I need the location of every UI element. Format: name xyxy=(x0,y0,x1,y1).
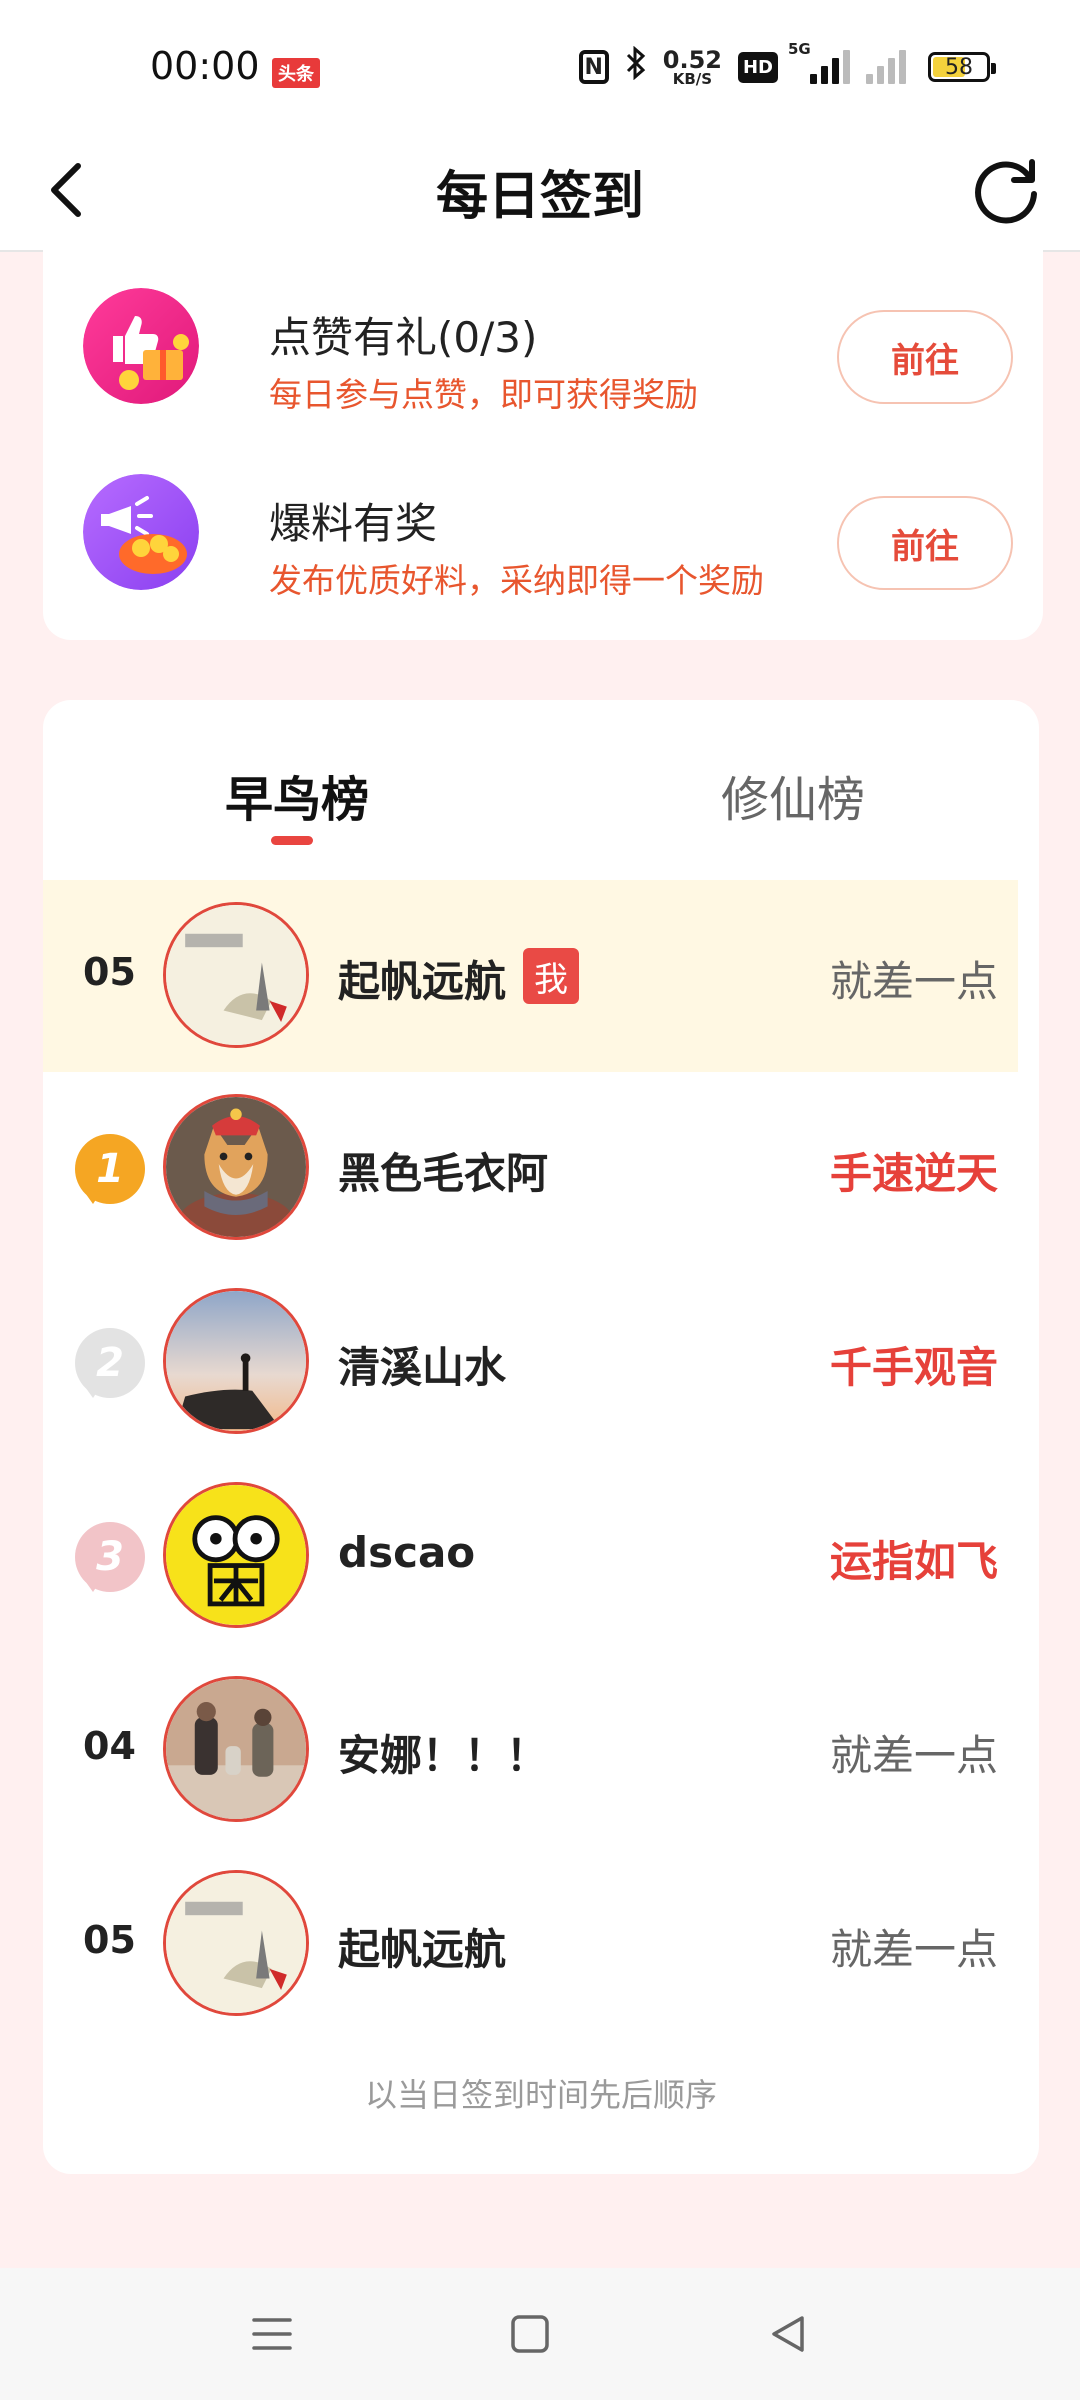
task-like: 点赞有礼(0/3) 每日参与点赞，即可获得奖励 前往 xyxy=(83,270,1013,414)
signal-sim2-icon xyxy=(866,50,906,84)
status-bar: 00:00 头条 N 0.52 KB/S HD 5G 58 xyxy=(0,0,1080,132)
user-name: 安娜！！！ xyxy=(338,1731,549,1780)
like-go-button[interactable]: 前往 xyxy=(837,310,1013,404)
ranking-footer-note: 以当日签到时间先后顺序 xyxy=(364,2076,717,2114)
refresh-icon xyxy=(975,159,1037,224)
rank-row[interactable]: 3 dscao 运指如飞 xyxy=(43,1460,1018,1652)
menu-button[interactable] xyxy=(232,2298,312,2370)
rank-number: 04 xyxy=(83,1724,136,1768)
tab-active-indicator xyxy=(271,836,313,845)
avatar xyxy=(163,902,309,1048)
battery-icon: 58 xyxy=(928,52,996,82)
home-button[interactable] xyxy=(490,2298,570,2370)
me-badge: 我 xyxy=(523,948,579,1004)
rank-status: 千手观音 xyxy=(829,1343,998,1392)
back-triangle-icon xyxy=(772,2316,804,2352)
signal-5g-icon: 5G xyxy=(788,40,850,84)
page-title: 每日签到 xyxy=(435,167,644,227)
back-nav-button[interactable] xyxy=(748,2298,828,2370)
network-speed: 0.52 KB/S xyxy=(662,45,722,88)
task-description: 发布优质好料，采纳即得一个奖励 xyxy=(269,561,764,600)
user-name: 清溪山水 xyxy=(338,1343,507,1392)
user-name: 起帆远航 xyxy=(338,1925,507,1974)
rank-number: 05 xyxy=(83,950,136,994)
tab-cultivation[interactable]: 修仙榜 xyxy=(721,760,865,830)
nfc-icon: N xyxy=(578,50,609,84)
silver-medal-icon: 2 xyxy=(73,1326,147,1400)
ranking-card: 早鸟榜 修仙榜 05 起帆远航 我 就差一点 1 黑色毛衣阿 手速逆天 2 清溪… xyxy=(43,700,1039,2174)
user-name: dscao xyxy=(338,1528,476,1577)
avatar xyxy=(163,1094,309,1240)
svg-text:3: 3 xyxy=(96,1534,124,1580)
user-name: 起帆远航 xyxy=(338,957,507,1006)
menu-icon xyxy=(252,2318,292,2350)
refresh-button[interactable] xyxy=(962,146,1052,236)
rank-row[interactable]: 04 安娜！！！ 就差一点 xyxy=(43,1654,1018,1846)
svg-text:1: 1 xyxy=(96,1146,124,1192)
user-name: 黑色毛衣阿 xyxy=(338,1149,549,1198)
task-card: 点赞有礼(0/3) 每日参与点赞，即可获得奖励 前往 爆料有奖 发布优质好料，采… xyxy=(43,250,1043,640)
rank-status: 运指如飞 xyxy=(829,1537,998,1586)
home-square-icon xyxy=(511,2315,549,2353)
rank-status: 就差一点 xyxy=(829,1925,998,1974)
task-title: 点赞有礼(0/3) xyxy=(269,313,538,362)
rank-number: 05 xyxy=(83,1918,136,1962)
rank-row[interactable]: 05 起帆远航 就差一点 xyxy=(43,1848,1018,2040)
app-header: 每日签到 xyxy=(0,132,1080,252)
avatar xyxy=(163,1288,309,1434)
news-app-badge: 头条 xyxy=(272,58,320,88)
rank-status: 就差一点 xyxy=(829,957,998,1006)
status-time: 00:00 xyxy=(150,44,260,88)
status-icons: N 0.52 KB/S HD 5G 58 xyxy=(578,40,996,88)
megaphone-coins-icon xyxy=(83,474,199,590)
svg-text:2: 2 xyxy=(96,1340,124,1386)
avatar xyxy=(163,1676,309,1822)
task-description: 每日参与点赞，即可获得奖励 xyxy=(269,375,698,414)
rank-row[interactable]: 2 清溪山水 千手观音 xyxy=(43,1266,1018,1458)
system-nav-bar xyxy=(0,2268,1080,2400)
rank-row-me[interactable]: 05 起帆远航 我 就差一点 xyxy=(43,880,1018,1072)
bronze-medal-icon: 3 xyxy=(73,1520,147,1594)
rank-status: 手速逆天 xyxy=(829,1149,998,1198)
avatar xyxy=(163,1482,309,1628)
task-title: 爆料有奖 xyxy=(269,499,438,548)
tab-early-bird[interactable]: 早鸟榜 xyxy=(225,760,369,830)
gold-medal-icon: 1 xyxy=(73,1132,147,1206)
avatar xyxy=(163,1870,309,2016)
bluetooth-icon xyxy=(625,45,647,88)
task-tip: 爆料有奖 发布优质好料，采纳即得一个奖励 前往 xyxy=(83,456,1013,600)
tip-go-button[interactable]: 前往 xyxy=(837,496,1013,590)
rank-row[interactable]: 1 黑色毛衣阿 手速逆天 xyxy=(43,1072,1018,1264)
hd-voice-icon: HD xyxy=(737,51,778,83)
like-gift-icon xyxy=(83,288,199,404)
rank-status: 就差一点 xyxy=(829,1731,998,1780)
